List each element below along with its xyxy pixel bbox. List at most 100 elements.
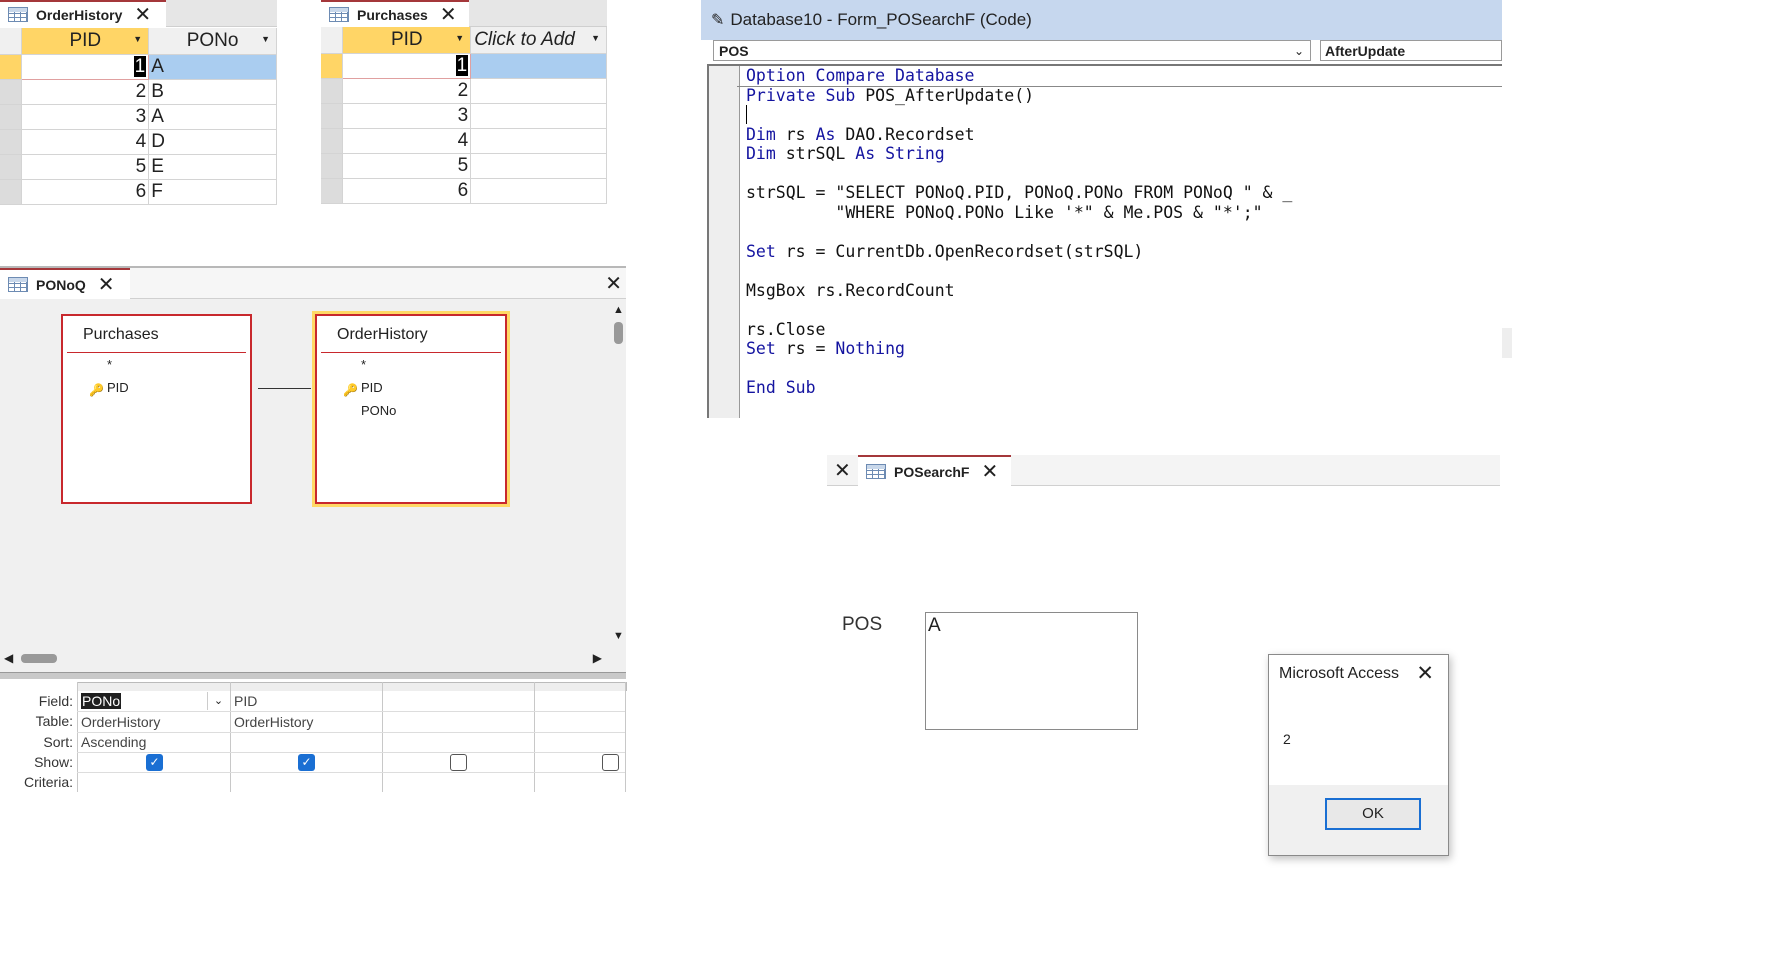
tab-order-history[interactable]: OrderHistory ✕ [0, 0, 166, 27]
column-header-pid[interactable]: PID ▼ [21, 28, 150, 55]
chevron-down-icon[interactable]: ▼ [133, 34, 142, 44]
cell-pid[interactable]: 1 [342, 52, 472, 79]
scroll-thumb[interactable] [614, 322, 623, 344]
cell-pono[interactable]: E [148, 154, 277, 180]
close-icon[interactable]: ✕ [440, 5, 457, 25]
record-selector[interactable] [321, 128, 344, 154]
scroll-down-icon[interactable]: ▼ [613, 630, 624, 642]
cell-pid[interactable]: 4 [21, 129, 150, 155]
tab-ponoq[interactable]: PONoQ ✕ [0, 268, 130, 299]
cell-empty[interactable] [470, 78, 607, 104]
scroll-up-icon[interactable]: ▲ [613, 304, 624, 316]
table-cell[interactable]: OrderHistory [234, 714, 313, 730]
record-selector[interactable] [0, 104, 23, 130]
pane-splitter[interactable] [0, 672, 626, 679]
field-list-item[interactable]: 🔑 PID [317, 376, 505, 399]
chevron-down-icon[interactable]: ▼ [455, 33, 464, 43]
cell-pid[interactable]: 1 [21, 53, 150, 80]
table-row[interactable]: 6 F [0, 179, 277, 205]
object-dropdown[interactable]: POS ⌄ [713, 40, 1311, 61]
tab-purchases[interactable]: Purchases ✕ [321, 0, 469, 27]
show-checkbox[interactable] [602, 754, 619, 771]
close-window-icon[interactable]: ✕ [605, 271, 622, 296]
field-list-purchases[interactable]: Purchases * 🔑 PID [61, 314, 252, 504]
cell-empty[interactable] [470, 53, 607, 79]
ok-button[interactable]: OK [1325, 798, 1421, 830]
vertical-scrollbar[interactable]: ▲ ▼ [610, 304, 626, 644]
table-cell[interactable]: OrderHistory [81, 714, 160, 730]
cell-pono[interactable]: A [148, 54, 277, 80]
cell-pid[interactable]: 3 [21, 104, 150, 130]
chevron-down-icon[interactable]: ⌄ [1294, 41, 1304, 62]
record-selector[interactable] [0, 79, 23, 105]
show-checkbox[interactable]: ✓ [298, 754, 315, 771]
field-list-item[interactable]: * [63, 353, 250, 376]
cell-empty[interactable] [470, 178, 607, 204]
scroll-thumb[interactable] [21, 654, 57, 663]
join-line[interactable] [258, 388, 311, 389]
table-row[interactable]: 4 D [0, 129, 277, 155]
cell-pid[interactable]: 4 [342, 128, 472, 154]
record-selector[interactable] [0, 179, 23, 205]
chevron-down-icon[interactable]: ▼ [591, 33, 600, 43]
field-cell[interactable]: PID [234, 693, 257, 709]
table-row[interactable]: 1 [321, 52, 607, 79]
table-row[interactable]: 6 [321, 178, 607, 204]
cell-pono[interactable]: A [148, 104, 277, 130]
table-row[interactable]: 5 E [0, 154, 277, 180]
close-icon[interactable]: ✕ [981, 462, 998, 482]
table-row[interactable]: 1 A [0, 53, 277, 80]
record-selector[interactable] [0, 154, 23, 180]
chevron-down-icon[interactable]: ⌄ [207, 692, 229, 710]
scroll-left-icon[interactable]: ◀ [4, 651, 13, 665]
table-row[interactable]: 5 [321, 153, 607, 179]
select-all-corner[interactable] [0, 28, 23, 55]
cell-pid[interactable]: 5 [21, 154, 150, 180]
cell-pid[interactable]: 2 [342, 78, 472, 104]
pos-textbox[interactable]: A [925, 612, 1138, 730]
close-icon[interactable]: ✕ [834, 458, 851, 483]
record-selector[interactable] [321, 78, 344, 104]
field-list-item[interactable]: 🔑 PID [63, 376, 250, 399]
table-row[interactable]: 2 B [0, 79, 277, 105]
scroll-right-icon[interactable]: ▶ [593, 651, 602, 665]
record-selector[interactable] [321, 103, 344, 129]
cell-pono[interactable]: F [148, 179, 277, 205]
cell-empty[interactable] [470, 103, 607, 129]
cell-pono[interactable]: B [148, 79, 277, 105]
vba-code[interactable]: Option Compare Database Private Sub POS_… [746, 66, 1292, 398]
record-selector[interactable] [321, 178, 344, 204]
cell-pid[interactable]: 6 [21, 179, 150, 205]
table-row[interactable]: 3 A [0, 104, 277, 130]
close-icon[interactable]: ✕ [134, 5, 151, 25]
horizontal-scrollbar[interactable]: ◀ ▶ [0, 650, 610, 666]
close-icon[interactable]: ✕ [1416, 661, 1434, 686]
show-checkbox[interactable]: ✓ [146, 754, 163, 771]
record-selector[interactable] [321, 153, 344, 179]
cell-pid[interactable]: 3 [342, 103, 472, 129]
field-list-orderhistory[interactable]: OrderHistory * 🔑 PID PONo [315, 314, 507, 504]
cell-empty[interactable] [470, 153, 607, 179]
table-row[interactable]: 4 [321, 128, 607, 154]
tab-posearchf[interactable]: POSearchF ✕ [858, 455, 1011, 486]
sort-cell[interactable]: Ascending [81, 734, 146, 750]
cell-pono[interactable]: D [148, 129, 277, 155]
record-selector[interactable] [321, 53, 344, 79]
show-checkbox[interactable] [450, 754, 467, 771]
close-icon[interactable]: ✕ [98, 275, 115, 295]
procedure-dropdown[interactable]: AfterUpdate [1320, 40, 1502, 61]
cell-empty[interactable] [470, 128, 607, 154]
field-list-item[interactable]: * [317, 353, 505, 376]
table-row[interactable]: 2 [321, 78, 607, 104]
select-all-corner[interactable] [321, 27, 344, 54]
record-selector[interactable] [0, 129, 23, 155]
column-header-pid[interactable]: PID ▼ [342, 27, 472, 54]
field-list-item[interactable]: PONo [317, 399, 505, 422]
table-row[interactable]: 3 [321, 103, 607, 129]
cell-pid[interactable]: 5 [342, 153, 472, 179]
cell-pid[interactable]: 2 [21, 79, 150, 105]
record-selector[interactable] [0, 54, 23, 80]
vertical-scrollbar[interactable] [1502, 328, 1512, 358]
cell-pid[interactable]: 6 [342, 178, 472, 204]
column-header-pono[interactable]: PONo ▼ [148, 28, 277, 55]
